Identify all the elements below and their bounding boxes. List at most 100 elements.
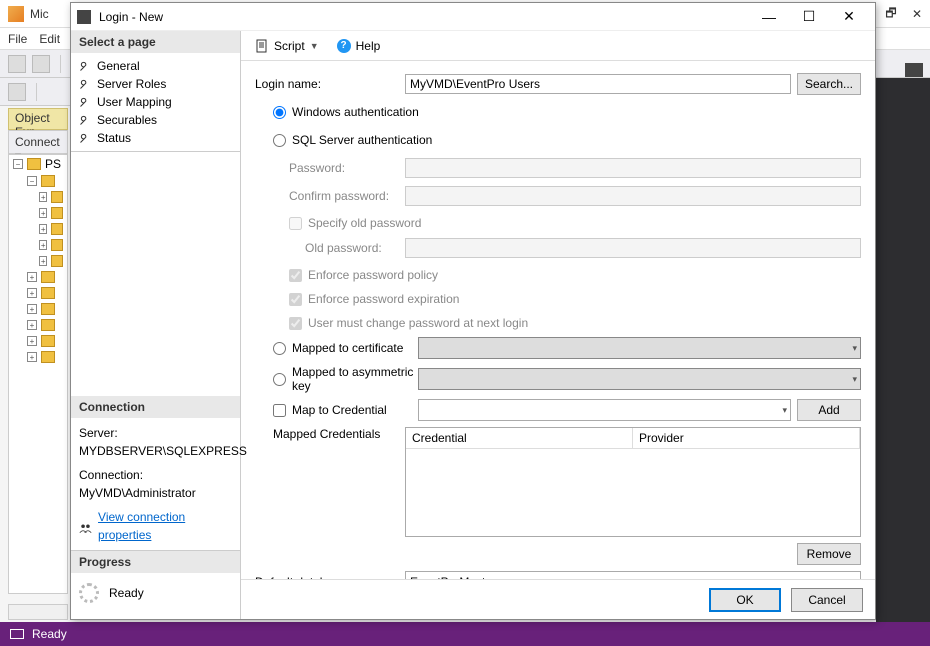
chevron-down-icon: ▾ — [852, 577, 857, 580]
tree-expand-icon[interactable]: + — [27, 288, 37, 298]
connection-value: MyVMD\Administrator — [79, 484, 232, 502]
toolbar-icon-2[interactable] — [32, 55, 50, 73]
tree-expand-icon[interactable]: + — [27, 272, 37, 282]
tree-node[interactable]: + — [9, 205, 67, 221]
tree-node[interactable]: − — [9, 173, 67, 189]
add-button[interactable]: Add — [797, 399, 861, 421]
enforce-expiration-checkbox — [289, 293, 302, 306]
dialog-icon — [77, 10, 91, 24]
tree-node[interactable]: + — [9, 221, 67, 237]
tree-node[interactable]: + — [9, 237, 67, 253]
password-label: Password: — [255, 161, 405, 175]
menu-edit[interactable]: Edit — [39, 32, 60, 46]
page-label: Server Roles — [97, 77, 166, 91]
map-to-credential-checkbox[interactable] — [273, 404, 286, 417]
old-password-label: Old password: — [255, 241, 405, 255]
folder-icon — [51, 255, 63, 267]
tree-expand-icon[interactable]: + — [27, 336, 37, 346]
tree-node[interactable]: + — [9, 301, 67, 317]
map-to-credential-combo[interactable]: ▾ — [418, 399, 791, 421]
mapped-cert-radio[interactable] — [273, 342, 286, 355]
tree-expand-icon[interactable]: + — [27, 304, 37, 314]
login-name-label: Login name: — [255, 77, 405, 91]
specify-old-password-checkbox — [289, 217, 302, 230]
editor-dark-area — [876, 78, 930, 622]
dialog-sidebar: Select a page General Server Roles User … — [71, 31, 241, 619]
mapped-asym-radio[interactable] — [273, 373, 286, 386]
wrench-icon — [79, 132, 91, 144]
chevron-down-icon: ▾ — [852, 343, 857, 354]
folder-icon — [41, 271, 55, 283]
view-connection-properties-link[interactable]: View connection properties — [98, 508, 232, 544]
object-explorer-connect[interactable]: Connect ▾ — [8, 130, 68, 154]
remove-button[interactable]: Remove — [797, 543, 861, 565]
tree-expand-icon[interactable]: − — [13, 159, 23, 169]
page-label: Status — [97, 131, 131, 145]
tree-expand-icon[interactable]: + — [39, 208, 47, 218]
dialog-body: Select a page General Server Roles User … — [71, 31, 875, 619]
select-page-section: Select a page General Server Roles User … — [71, 31, 240, 152]
object-explorer-tree[interactable]: − PS − + + + + + + + + + + + — [8, 154, 68, 594]
tree-expand-icon[interactable]: + — [27, 352, 37, 362]
page-item-user-mapping[interactable]: User Mapping — [71, 93, 240, 111]
tree-node[interactable]: + — [9, 349, 67, 365]
help-button[interactable]: ? Help — [333, 37, 385, 55]
credential-column-header[interactable]: Credential — [406, 428, 633, 449]
dialog-minimize-button[interactable]: — — [749, 4, 789, 30]
windows-auth-radio[interactable] — [273, 106, 286, 119]
toolbar-icon-1[interactable] — [8, 55, 26, 73]
menu-file[interactable]: File — [8, 32, 27, 46]
tree-node[interactable]: + — [9, 189, 67, 205]
dialog-titlebar[interactable]: Login - New — ☐ ✕ — [71, 3, 875, 31]
search-button[interactable]: Search... — [797, 73, 861, 95]
script-icon — [255, 39, 269, 53]
help-label: Help — [356, 39, 381, 53]
page-item-server-roles[interactable]: Server Roles — [71, 75, 240, 93]
page-item-securables[interactable]: Securables — [71, 111, 240, 129]
ok-button[interactable]: OK — [709, 588, 781, 612]
dialog-maximize-button[interactable]: ☐ — [789, 4, 829, 30]
cancel-button[interactable]: Cancel — [791, 588, 863, 612]
script-button[interactable]: Script ▼ — [251, 37, 323, 55]
tree-expand-icon[interactable]: + — [39, 192, 47, 202]
connection-body: Server: MYDBSERVER\SQLEXPRESS Connection… — [71, 418, 240, 550]
tree-node[interactable]: + — [9, 253, 67, 269]
mapped-credentials-table[interactable]: Credential Provider — [405, 427, 861, 537]
folder-icon — [51, 207, 63, 219]
page-label: Securables — [97, 113, 157, 127]
toolbox-icon[interactable] — [905, 63, 923, 77]
old-password-input — [405, 238, 861, 258]
page-item-general[interactable]: General — [71, 57, 240, 75]
enforce-policy-checkbox — [289, 269, 302, 282]
main-restore-button[interactable]: 🗗 — [878, 0, 904, 28]
status-text: Ready — [32, 627, 67, 641]
tree-node[interactable]: + — [9, 269, 67, 285]
toolbar2-icon-1[interactable] — [8, 83, 26, 101]
tree-expand-icon[interactable]: + — [39, 224, 47, 234]
main-close-button[interactable]: ✕ — [904, 0, 930, 28]
tree-node[interactable]: + — [9, 317, 67, 333]
page-item-status[interactable]: Status — [71, 129, 240, 147]
default-database-combo[interactable]: EventProMaster ▾ — [405, 571, 861, 579]
dialog-close-button[interactable]: ✕ — [829, 4, 869, 30]
mapped-asym-label: Mapped to asymmetric key — [292, 365, 418, 393]
folder-icon — [41, 335, 55, 347]
sql-auth-label: SQL Server authentication — [292, 133, 432, 147]
script-label: Script — [274, 39, 305, 53]
tree-expand-icon[interactable]: + — [27, 320, 37, 330]
confirm-password-label: Confirm password: — [255, 189, 405, 203]
must-change-label: User must change password at next login — [308, 316, 528, 330]
tree-expand-icon[interactable]: + — [39, 240, 47, 250]
tree-root-node[interactable]: − PS — [9, 155, 67, 173]
provider-column-header[interactable]: Provider — [633, 428, 860, 449]
login-name-input[interactable] — [405, 74, 791, 94]
folder-icon — [41, 175, 55, 187]
tree-expand-icon[interactable]: − — [27, 176, 37, 186]
tree-node[interactable]: + — [9, 333, 67, 349]
connection-section: Connection Server: MYDBSERVER\SQLEXPRESS… — [71, 396, 240, 551]
tree-expand-icon[interactable]: + — [39, 256, 47, 266]
horizontal-scrollbar[interactable] — [8, 604, 68, 620]
tree-node[interactable]: + — [9, 285, 67, 301]
sql-auth-radio[interactable] — [273, 134, 286, 147]
people-icon — [79, 520, 92, 532]
